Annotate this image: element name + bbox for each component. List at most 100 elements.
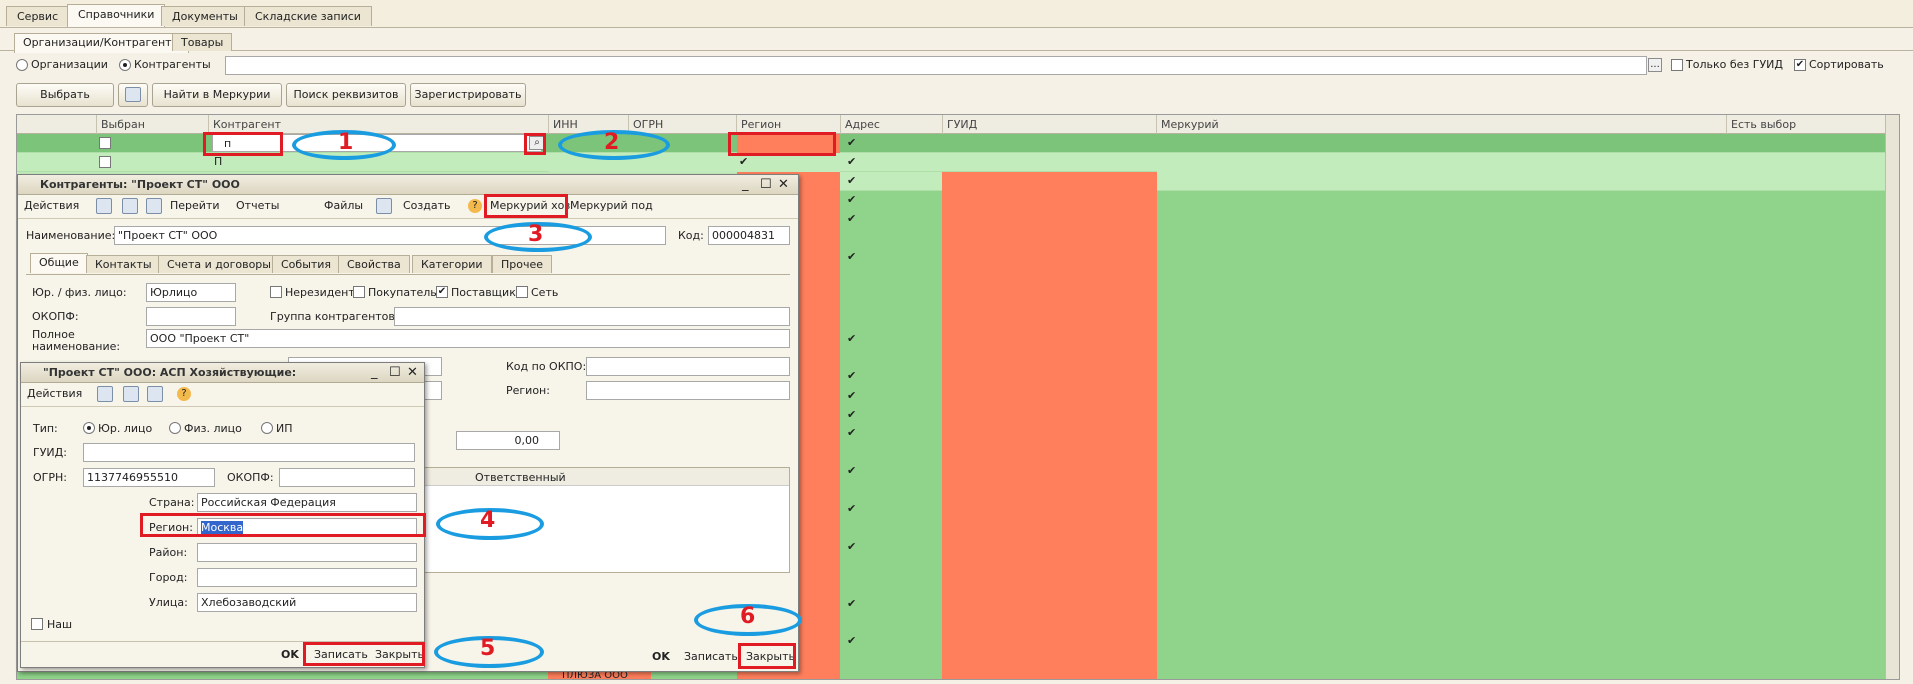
buyer-checkbox[interactable] <box>353 286 365 298</box>
district-input[interactable] <box>197 543 417 562</box>
radio-contractors[interactable] <box>119 59 131 71</box>
tab-contacts[interactable]: Контакты <box>86 255 161 273</box>
win1-ok-button[interactable]: OK <box>652 650 670 663</box>
address-check: ✔ <box>847 250 857 263</box>
tab-service[interactable]: Сервис <box>6 6 70 26</box>
code-input[interactable]: 000004831 <box>708 226 790 245</box>
okpo-input[interactable] <box>586 357 790 376</box>
tab-events[interactable]: События <box>272 255 341 273</box>
address-check: ✔ <box>847 464 857 477</box>
net-checkbox[interactable] <box>516 286 528 298</box>
search-requisites-button[interactable]: Поиск реквизитов <box>286 83 406 107</box>
sum-input[interactable]: 0,00 <box>456 431 560 450</box>
minimize-icon[interactable]: _ <box>742 177 749 192</box>
guid-input[interactable] <box>83 443 415 462</box>
create-icon[interactable] <box>376 198 392 214</box>
street-input[interactable]: Хлебозаводский <box>197 593 417 612</box>
tab-categories[interactable]: Категории <box>412 255 492 273</box>
ogrn-input[interactable]: 1137746955510 <box>83 468 215 487</box>
country-input[interactable]: Российская Федерация <box>197 493 417 512</box>
filter-input[interactable] <box>225 56 1647 75</box>
copy-icon[interactable] <box>147 386 163 402</box>
table-row[interactable]: П ✔ ✔ <box>17 153 1899 172</box>
refresh-icon <box>125 87 141 102</box>
okopf-input[interactable] <box>146 307 236 326</box>
asp-ok-button[interactable]: OK <box>281 648 299 661</box>
copy-icon[interactable] <box>146 198 162 214</box>
tab-org-contractors[interactable]: Организации/Контрагенты <box>14 33 190 53</box>
refresh-button[interactable] <box>118 83 148 107</box>
group-input[interactable] <box>394 307 790 326</box>
refresh-icon[interactable] <box>123 386 139 402</box>
asp-actions-menu[interactable]: Действия <box>27 387 82 400</box>
tab-accounts[interactable]: Счета и договоры <box>158 255 280 273</box>
tab-documents[interactable]: Документы <box>161 6 249 26</box>
col-guid[interactable]: ГУИД <box>943 115 1157 134</box>
row-mercury-cell <box>1157 153 1899 172</box>
asp-okopf-label: ОКОПФ: <box>227 471 274 484</box>
save-close-icon[interactable] <box>97 386 113 402</box>
address-check: ✔ <box>847 426 857 439</box>
tab-general[interactable]: Общие <box>30 253 88 273</box>
contractor-window-title: Контрагенты: "Проект СТ" ООО <box>18 175 798 195</box>
col-mercury[interactable]: Меркурий <box>1157 115 1727 134</box>
save-close-icon[interactable] <box>96 198 112 214</box>
close-icon[interactable]: ✕ <box>407 365 418 380</box>
sort-checkbox[interactable]: ✔ <box>1794 59 1806 71</box>
type-jur-radio[interactable] <box>83 422 95 434</box>
reports-menu[interactable]: Отчеты <box>236 199 279 212</box>
help-icon[interactable]: ? <box>177 387 191 401</box>
win1-save-button[interactable]: Записать <box>684 650 738 663</box>
annot-num-6: 6 <box>740 604 756 629</box>
address-check: ✔ <box>847 369 857 382</box>
mercury-pod-button[interactable]: Меркурий под <box>570 199 653 212</box>
address-check: ✔ <box>847 212 857 225</box>
files-button[interactable]: Файлы <box>324 199 363 212</box>
tab-goods[interactable]: Товары <box>172 33 233 51</box>
ours-checkbox[interactable] <box>31 618 43 630</box>
annot-num-4: 4 <box>480 508 496 533</box>
maximize-icon[interactable]: ☐ <box>389 365 401 380</box>
only-no-guid-checkbox[interactable] <box>1671 59 1683 71</box>
country-label: Страна: <box>149 496 195 509</box>
minimize-icon[interactable]: _ <box>371 365 378 380</box>
select-button[interactable]: Выбрать <box>16 83 114 107</box>
row-selected-checkbox[interactable] <box>99 137 111 149</box>
responsible-col: Ответственный <box>475 471 566 484</box>
col-selected[interactable]: Выбран <box>97 115 209 134</box>
col-marker <box>17 115 97 134</box>
filter-select-button[interactable]: ... <box>1648 58 1662 72</box>
type-phys-radio[interactable] <box>169 422 181 434</box>
help-icon[interactable]: ? <box>468 199 482 213</box>
create-menu[interactable]: Создать <box>403 199 451 212</box>
close-icon[interactable]: ✕ <box>778 177 789 192</box>
col-address[interactable]: Адрес <box>841 115 943 134</box>
win1-region-input[interactable] <box>586 381 790 400</box>
row-selected-checkbox[interactable] <box>99 156 111 168</box>
maximize-icon[interactable]: ☐ <box>760 177 772 192</box>
tab-properties[interactable]: Свойства <box>338 255 410 273</box>
col-ogrn[interactable]: ОГРН <box>629 115 737 134</box>
address-check: ✔ <box>847 408 857 421</box>
nonresident-checkbox[interactable] <box>270 286 282 298</box>
radio-organizations[interactable] <box>16 59 28 71</box>
grid-scrollbar[interactable] <box>1885 115 1899 679</box>
tab-directories[interactable]: Справочники <box>67 4 166 27</box>
asp-okopf-input[interactable] <box>279 468 415 487</box>
contractor-toolbar: Действия Перейти Отчеты Файлы Создать ? … <box>18 195 798 219</box>
goto-menu[interactable]: Перейти <box>170 199 220 212</box>
refresh-icon[interactable] <box>122 198 138 214</box>
col-has-choice[interactable]: Есть выбор <box>1727 115 1899 134</box>
tab-warehouse-records[interactable]: Складские записи <box>244 6 372 26</box>
jur-input[interactable]: Юрлицо <box>146 283 236 302</box>
register-button[interactable]: Зарегистрировать <box>410 83 526 107</box>
supplier-checkbox[interactable]: ✔ <box>436 286 448 298</box>
type-ip-radio[interactable] <box>261 422 273 434</box>
address-check: ✔ <box>847 502 857 515</box>
find-in-mercury-button[interactable]: Найти в Меркурии <box>152 83 282 107</box>
contractor-tabs: Общие Контакты Счета и договоры События … <box>26 253 790 275</box>
city-input[interactable] <box>197 568 417 587</box>
actions-menu[interactable]: Действия <box>24 199 79 212</box>
tab-other[interactable]: Прочее <box>492 255 553 273</box>
fullname-input[interactable]: ООО "Проект СТ" <box>146 329 790 348</box>
